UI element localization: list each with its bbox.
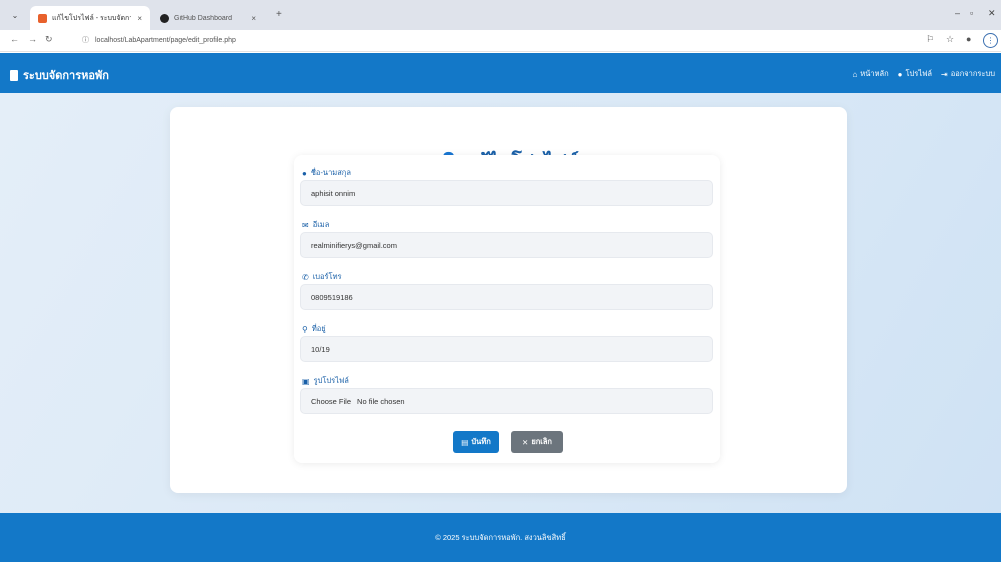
brand-link[interactable]: ระบบจัดการหอพัก — [10, 66, 109, 84]
file-status: No file chosen — [357, 396, 405, 406]
new-tab-button[interactable]: + — [276, 9, 282, 20]
choose-file-button[interactable]: Choose File — [311, 397, 351, 406]
phone-label: ✆ เบอร์โทร — [302, 271, 342, 283]
url-field[interactable]: ⓘ localhost/LabApartment/page/edit_profil… — [82, 35, 236, 45]
address-input[interactable]: 10/19 — [300, 336, 713, 362]
email-label-text: อีเมล — [312, 220, 330, 229]
photo-label-text: รูปโปรไฟล์ — [313, 376, 349, 385]
nav-links: ⌂ หน้าหลัก ● โปรไฟล์ ⇥ ออกจากระบบ — [852, 68, 995, 80]
close-icon: ✕ — [522, 437, 529, 447]
tab-edit-profile[interactable]: แก้ไขโปรไฟล์ - ระบบจัดการหอพัก × — [30, 6, 150, 30]
floppy-disk-icon: ▤ — [461, 437, 469, 447]
nav-home-label: หน้าหลัก — [860, 69, 889, 78]
email-input[interactable]: realminifierys@gmail.com — [300, 232, 713, 258]
nav-profile-link[interactable]: ● โปรไฟล์ — [898, 68, 932, 80]
photo-label: ▣ รูปโปรไฟล์ — [302, 375, 349, 387]
image-icon: ▣ — [302, 376, 310, 386]
translate-icon[interactable]: ⚐ — [926, 34, 934, 45]
tab-search-icon[interactable]: ⌄ — [7, 8, 23, 22]
edit-profile-card: 👤 แก้ไขโปรไฟล์ ●ชื่อ-นามสกุล aphisit onn… — [170, 107, 847, 493]
browser-tab-bar: ⌄ แก้ไขโปรไฟล์ - ระบบจัดการหอพัก × GitHu… — [0, 0, 1001, 30]
tab-close-icon[interactable]: × — [137, 14, 142, 23]
address-label-text: ที่อยู่ — [311, 324, 326, 333]
brand-name: ระบบจัดการหอพัก — [23, 70, 109, 82]
name-label-text: ชื่อ-นามสกุล — [310, 168, 351, 177]
phone-label-text: เบอร์โทร — [312, 272, 342, 281]
url-text: localhost/LabApartment/page/edit_profile… — [95, 37, 236, 44]
address-label: ⚲ ที่อยู่ — [302, 323, 326, 335]
tab-title: GitHub Dashboard — [174, 14, 232, 22]
back-arrow-icon[interactable]: ← — [10, 34, 19, 44]
tab-title: แก้ไขโปรไฟล์ - ระบบจัดการหอพัก — [52, 14, 132, 22]
footer-text: © 2025 ระบบจัดการหอพัก. สงวนลิขสิทธิ์ — [435, 532, 566, 542]
photo-file-input[interactable]: Choose File No file chosen — [300, 388, 713, 414]
forward-arrow-icon[interactable]: → — [28, 34, 37, 44]
save-button-label: บันทึก — [471, 437, 491, 446]
site-info-icon[interactable]: ⓘ — [82, 35, 89, 45]
minimize-button[interactable]: – — [955, 8, 960, 18]
nav-logout-link[interactable]: ⇥ ออกจากระบบ — [941, 68, 995, 80]
cancel-button-label: ยกเลิก — [531, 437, 552, 446]
reload-icon[interactable]: ↻ — [45, 34, 53, 45]
apartment-favicon-icon — [38, 13, 47, 23]
phone-icon: ✆ — [302, 272, 309, 282]
logout-icon: ⇥ — [941, 69, 948, 79]
email-label: ✉ อีเมล — [302, 219, 329, 231]
github-favicon-icon — [160, 13, 169, 23]
cancel-button[interactable]: ✕ ยกเลิก — [511, 431, 563, 453]
phone-input[interactable]: 0809519186 — [300, 284, 713, 310]
address-bar: ← → ↻ ⓘ localhost/LabApartment/page/edit_… — [0, 30, 1001, 52]
nav-home-link[interactable]: ⌂ หน้าหลัก — [852, 68, 888, 80]
tab-close-icon[interactable]: × — [251, 14, 256, 23]
envelope-icon: ✉ — [302, 220, 309, 230]
app-navbar: ระบบจัดการหอพัก ⌂ หน้าหลัก ● โปรไฟล์ ⇥ ออกจ… — [0, 53, 1001, 93]
nav-profile-label: โปรไฟล์ — [905, 69, 933, 78]
user-icon: ● — [897, 69, 903, 79]
name-label: ● ชื่อ-นามสกุล — [302, 167, 351, 179]
tab-github-dashboard[interactable]: GitHub Dashboard × — [152, 6, 264, 30]
name-input[interactable]: aphisit onnim — [300, 180, 713, 206]
bookmark-star-icon[interactable]: ☆ — [946, 34, 954, 45]
close-window-button[interactable]: ✕ — [988, 8, 996, 19]
building-icon — [10, 69, 18, 81]
restore-button[interactable]: ▫ — [970, 8, 973, 18]
save-button[interactable]: ▤ บันทึก — [453, 431, 499, 453]
home-icon: ⌂ — [852, 69, 858, 79]
map-marker-icon: ⚲ — [302, 324, 308, 334]
page-footer: © 2025 ระบบจัดการหอพัก. สงวนลิขสิทธิ์ — [0, 513, 1001, 562]
profile-form: ● ชื่อ-นามสกุล aphisit onnim ✉ อีเมล realm… — [294, 155, 720, 463]
extensions-icon[interactable]: ● — [966, 34, 971, 44]
browser-menu-icon[interactable]: ⋮ — [983, 33, 998, 48]
nav-logout-label: ออกจากระบบ — [950, 69, 995, 78]
user-icon: ● — [302, 168, 307, 178]
